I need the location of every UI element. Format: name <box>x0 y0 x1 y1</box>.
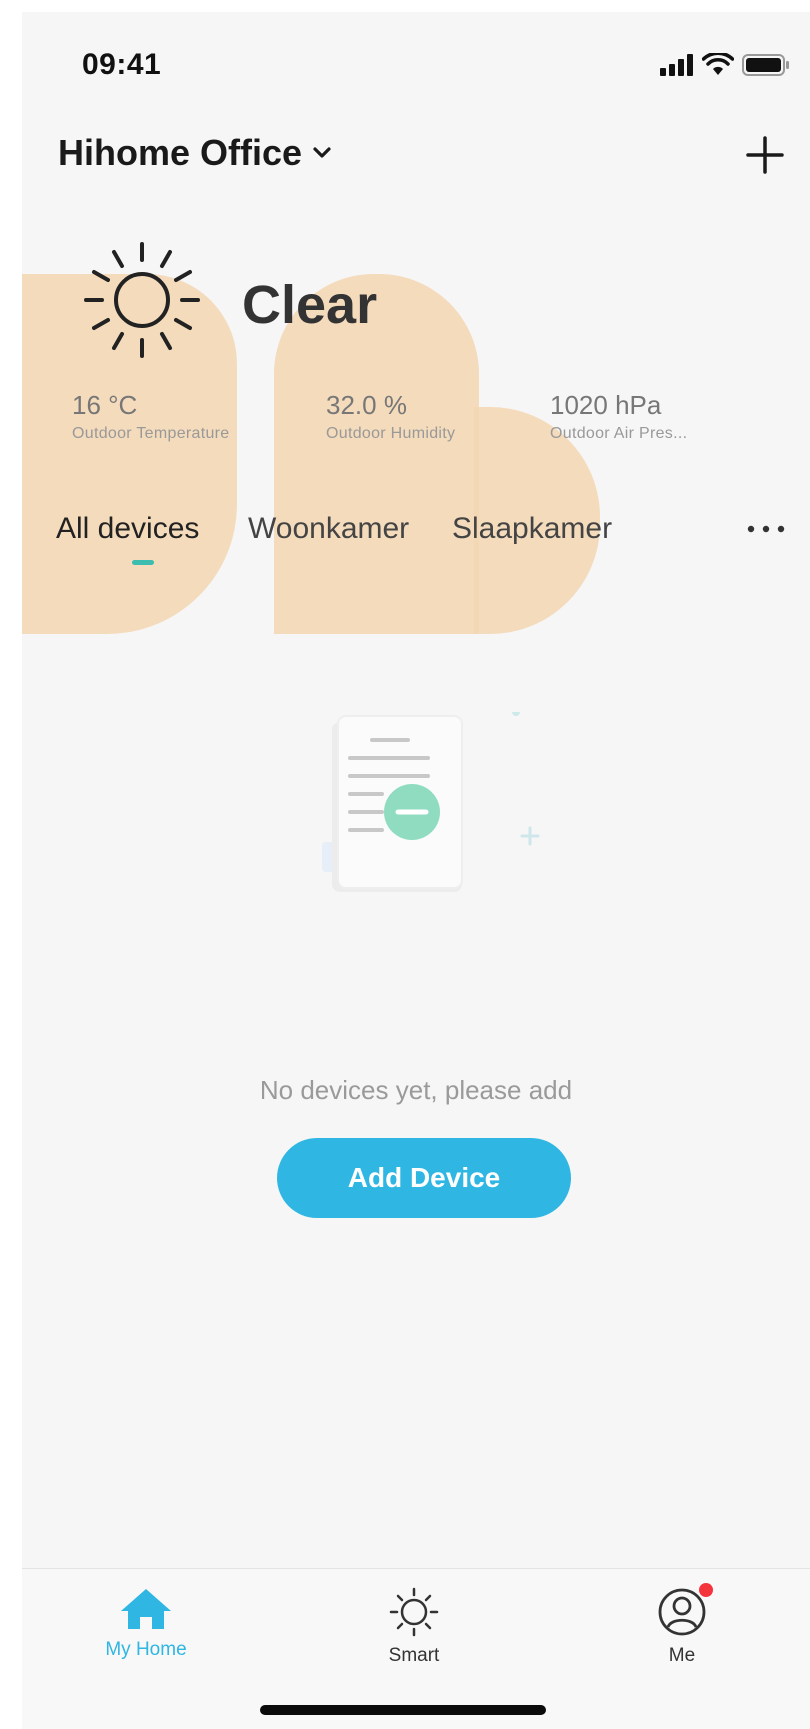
empty-state-message: No devices yet, please add <box>259 1075 573 1105</box>
sun-icon <box>389 1587 439 1637</box>
status-icons <box>660 50 790 80</box>
me-icon-wrap <box>657 1583 713 1637</box>
cellular-signal-icon <box>660 54 693 76</box>
nav-my-home[interactable]: My Home <box>66 1587 226 1661</box>
battery-icon <box>742 54 789 76</box>
active-tab-indicator <box>132 560 154 565</box>
status-time: 09:41 <box>82 48 162 81</box>
temperature-label: Outdoor Temperature <box>72 425 230 442</box>
phone-screen: 09:41 Hihome Office Clear 16 °C Outdoor … <box>22 12 810 1729</box>
empty-devices-illustration <box>322 712 540 892</box>
weather-sun-icon <box>84 242 200 358</box>
nav-my-home-label: My Home <box>105 1639 187 1660</box>
home-selector[interactable]: Hihome Office <box>58 132 332 174</box>
user-icon <box>658 1588 706 1636</box>
humidity-value: 32.0 % <box>326 390 407 420</box>
wifi-icon <box>702 53 734 75</box>
tab-slaapkamer[interactable]: Slaapkamer <box>452 512 612 546</box>
tab-woonkamer[interactable]: Woonkamer <box>248 512 409 546</box>
notification-badge <box>699 1583 713 1597</box>
add-device-button[interactable]: Add Device <box>277 1138 571 1218</box>
air-pressure-stat: 1020 hPa Outdoor Air Pres... <box>550 390 687 443</box>
humidity-label: Outdoor Humidity <box>326 425 456 442</box>
more-tabs-button[interactable] <box>744 514 788 544</box>
air-pressure-label: Outdoor Air Pres... <box>550 425 688 442</box>
air-pressure-value: 1020 hPa <box>550 390 662 420</box>
nav-smart-label: Smart <box>388 1645 440 1666</box>
nav-me-label: Me <box>668 1645 696 1666</box>
home-name: Hihome Office <box>58 132 303 173</box>
home-indicator <box>260 1705 546 1715</box>
nav-me[interactable]: Me <box>602 1583 762 1667</box>
temperature-value: 16 °C <box>72 390 138 420</box>
weather-condition: Clear <box>242 275 378 335</box>
more-dots-icon <box>747 525 785 533</box>
tab-all-devices[interactable]: All devices <box>56 512 199 546</box>
humidity-stat: 32.0 % Outdoor Humidity <box>326 390 455 443</box>
plus-icon <box>746 136 784 174</box>
add-button[interactable] <box>740 130 790 180</box>
temperature-stat: 16 °C Outdoor Temperature <box>72 390 230 443</box>
home-icon <box>121 1589 171 1629</box>
chevron-down-icon <box>313 147 331 158</box>
nav-smart[interactable]: Smart <box>334 1587 494 1667</box>
status-bar: 09:41 <box>22 12 810 122</box>
